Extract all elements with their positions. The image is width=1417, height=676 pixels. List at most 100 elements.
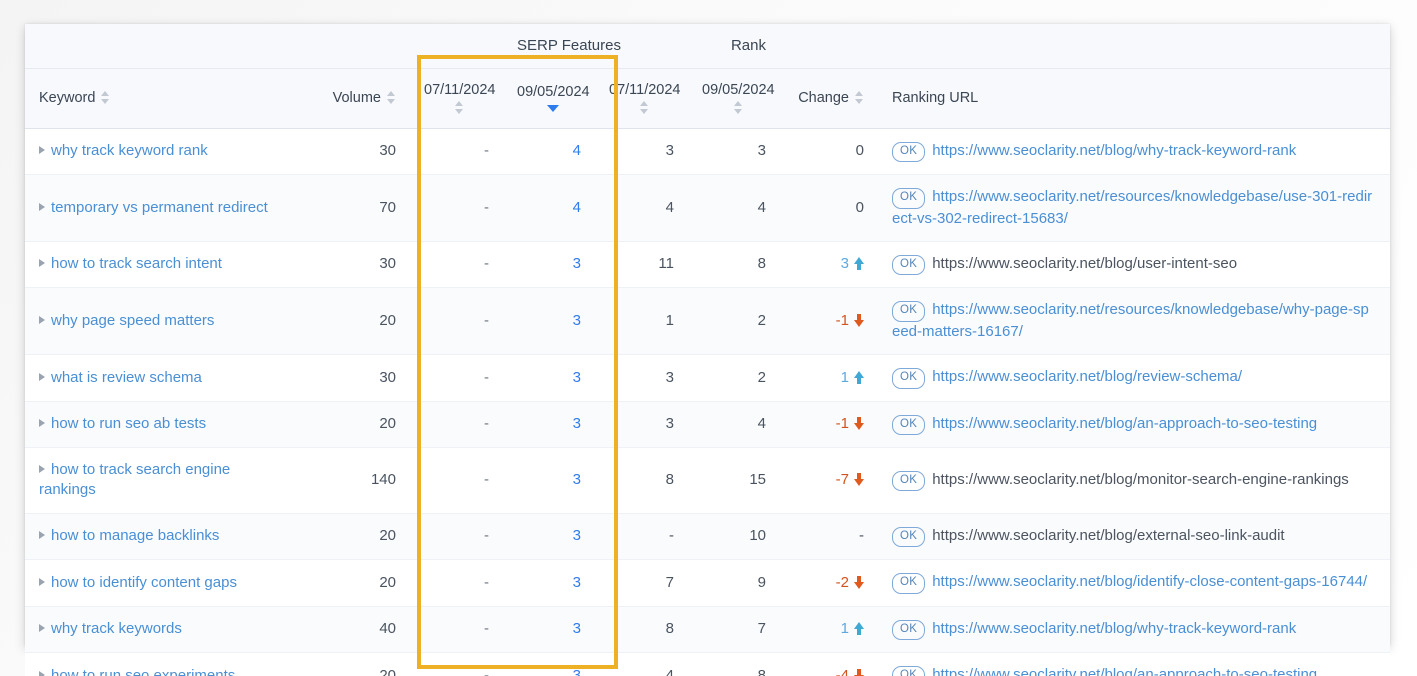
cell-rank-date-1-value: 11 — [658, 255, 674, 273]
ranking-url-link[interactable]: https://www.seoclarity.net/resources/kno… — [892, 188, 1372, 227]
cell-serp-date-2-value[interactable]: 3 — [573, 471, 581, 488]
change-value: 3 — [840, 255, 849, 273]
cell-rank-date-2: 7 — [688, 606, 780, 653]
cell-serp-date-1: - — [410, 447, 503, 514]
cell-volume: 40 — [290, 606, 410, 653]
table-row: how to identify content gaps 20 - 3 7 9 -2 OK ht… — [25, 559, 1390, 607]
ranking-url-link[interactable]: https://www.seoclarity.net/blog/review-s… — [932, 368, 1242, 385]
sort-icon[interactable] — [855, 91, 864, 104]
cell-serp-date-2-value[interactable]: 3 — [573, 527, 581, 544]
ranking-url-link[interactable]: https://www.seoclarity.net/blog/identify… — [932, 573, 1367, 590]
status-badge: OK — [892, 254, 926, 276]
column-header-change[interactable]: Change — [780, 68, 878, 129]
cell-serp-date-2: 3 — [503, 401, 595, 448]
cell-change: 1 — [780, 354, 878, 402]
column-header-ranking-url[interactable]: Ranking URL — [878, 68, 1390, 129]
expand-caret-icon[interactable] — [39, 202, 45, 211]
expand-caret-icon[interactable] — [39, 372, 45, 381]
cell-serp-date-1: - — [410, 174, 503, 242]
table-row: how to track search intent 30 - 3 11 8 3 OK http… — [25, 241, 1390, 289]
ranking-url-link[interactable]: https://www.seoclarity.net/blog/why-trac… — [932, 620, 1296, 637]
change-value: -1 — [835, 312, 849, 329]
expand-caret-icon[interactable] — [39, 670, 45, 676]
cell-change: -7 — [780, 447, 878, 514]
group-header-rank: Rank — [688, 24, 780, 69]
cell-rank-date-1-value: 4 — [665, 198, 674, 216]
sort-icon[interactable] — [387, 91, 396, 104]
change-value-wrapper: 0 — [856, 142, 864, 159]
cell-serp-date-2-value[interactable]: 3 — [573, 574, 581, 591]
change-value: -4 — [835, 666, 849, 676]
keyword-link[interactable]: how to track search engine rankings — [39, 461, 230, 498]
expand-caret-icon[interactable] — [39, 577, 45, 586]
keyword-link[interactable]: why track keywords — [51, 620, 182, 637]
cell-serp-date-2-value[interactable]: 4 — [573, 199, 581, 216]
keyword-link[interactable]: how to run seo experiments — [51, 667, 235, 676]
keyword-rank-table-panel: SERP Features Rank Keyword Volume 07/11/… — [25, 24, 1390, 676]
column-header-volume[interactable]: Volume — [290, 68, 410, 129]
cell-serp-date-2-value[interactable]: 3 — [573, 255, 581, 272]
expand-caret-icon[interactable] — [39, 259, 45, 268]
cell-change: 3 — [780, 241, 878, 289]
ranking-url-link: https://www.seoclarity.net/blog/user-int… — [932, 254, 1238, 272]
keyword-link[interactable]: how to manage backlinks — [51, 527, 219, 544]
cell-volume-value: 30 — [379, 142, 396, 160]
cell-serp-date-2-value[interactable]: 3 — [573, 415, 581, 432]
column-header-keyword[interactable]: Keyword — [25, 68, 290, 129]
cell-serp-date-2-value[interactable]: 4 — [573, 142, 581, 159]
cell-ranking-url: OK https://www.seoclarity.net/blog/an-app… — [878, 401, 1390, 448]
column-header-serp-date-1[interactable]: 07/11/2024 — [410, 68, 503, 129]
cell-rank-date-2: 4 — [688, 401, 780, 448]
keyword-link[interactable]: why track keyword rank — [51, 142, 208, 159]
cell-volume-value: 40 — [379, 620, 396, 638]
status-badge: OK — [892, 188, 926, 209]
group-header-blank-serp1 — [410, 24, 503, 69]
sort-icon[interactable] — [733, 101, 743, 115]
expand-caret-icon[interactable] — [39, 465, 45, 473]
expand-caret-icon[interactable] — [39, 624, 45, 633]
keyword-link[interactable]: temporary vs permanent redirect — [51, 199, 268, 216]
sort-descending-active-icon[interactable] — [547, 104, 560, 112]
cell-keyword: why page speed matters — [25, 287, 290, 355]
ranking-url-link[interactable]: https://www.seoclarity.net/blog/why-trac… — [932, 142, 1296, 159]
keyword-link[interactable]: how to run seo ab tests — [51, 415, 206, 432]
ranking-url-link[interactable]: https://www.seoclarity.net/resources/kno… — [892, 301, 1369, 340]
column-header-rank-date-1[interactable]: 07/11/2024 — [595, 68, 688, 129]
keyword-link[interactable]: how to identify content gaps — [51, 574, 237, 591]
cell-ranking-url: OK https://www.seoclarity.net/blog/extern… — [878, 513, 1390, 560]
expand-caret-icon[interactable] — [39, 316, 45, 324]
column-header-serp-date-2[interactable]: 09/05/2024 — [503, 68, 595, 129]
ranking-url-link[interactable]: https://www.seoclarity.net/blog/an-appro… — [932, 415, 1317, 432]
expand-caret-icon[interactable] — [39, 531, 45, 540]
table-row: how to track search engine rankings 140 - 3… — [25, 447, 1390, 514]
change-value: 1 — [840, 620, 849, 638]
cell-serp-date-2-value[interactable]: 3 — [573, 620, 581, 637]
cell-rank-date-2-value: 15 — [749, 471, 766, 489]
cell-rank-date-2: 10 — [688, 513, 780, 560]
cell-serp-date-2-value[interactable]: 3 — [573, 312, 581, 329]
cell-ranking-url: OK https://www.seoclarity.net/blog/identi… — [878, 559, 1390, 607]
cell-serp-date-1: - — [410, 128, 503, 175]
change-value-wrapper: -1 — [836, 312, 864, 329]
cell-volume-value: 20 — [379, 415, 396, 433]
sort-icon[interactable] — [640, 101, 649, 115]
cell-serp-date-2-value[interactable]: 3 — [573, 667, 581, 676]
cell-rank-date-2: 8 — [688, 652, 780, 676]
sort-icon[interactable] — [101, 91, 110, 104]
keyword-link[interactable]: how to track search intent — [51, 255, 222, 272]
expand-caret-icon[interactable] — [39, 419, 45, 428]
cell-rank-date-1-value: 4 — [665, 666, 674, 676]
table-row: how to run seo experiments 20 - 3 4 8 -4 OK http… — [25, 652, 1390, 676]
sort-icon[interactable] — [455, 101, 464, 115]
expand-caret-icon[interactable] — [39, 146, 45, 155]
cell-rank-date-1: 7 — [595, 559, 688, 607]
change-value: 0 — [855, 142, 864, 160]
change-value: 0 — [855, 198, 864, 216]
keyword-link[interactable]: what is review schema — [51, 369, 202, 386]
status-badge: OK — [892, 414, 926, 435]
column-header-rank-date-2[interactable]: 09/05/2024 — [688, 68, 780, 129]
cell-rank-date-2: 4 — [688, 174, 780, 242]
cell-serp-date-2-value[interactable]: 3 — [573, 369, 581, 386]
keyword-link[interactable]: why page speed matters — [51, 312, 214, 329]
ranking-url-link[interactable]: https://www.seoclarity.net/blog/an-appro… — [932, 666, 1317, 676]
